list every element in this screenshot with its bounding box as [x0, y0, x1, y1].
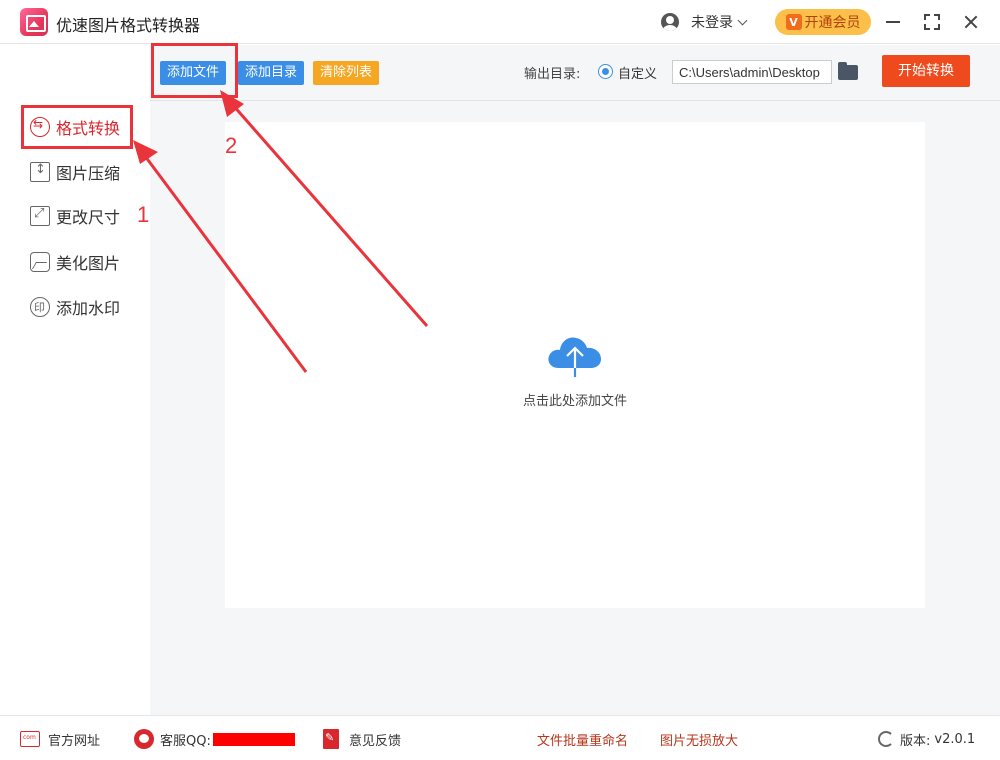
sidebar-item-compress[interactable]: 图片压缩 [30, 160, 120, 184]
drop-zone-text: 点击此处添加文件 [522, 394, 627, 409]
sidebar-item-label: 更改尺寸 [56, 208, 121, 227]
resize-icon [30, 206, 50, 226]
feedback-link[interactable]: 意见反馈 [323, 729, 402, 749]
website-icon [20, 731, 40, 747]
app-logo-icon [20, 8, 48, 36]
maximize-button[interactable] [919, 9, 945, 35]
qq-label: 客服QQ: [160, 733, 211, 749]
chevron-down-icon [737, 15, 748, 25]
qq-number-redacted [212, 732, 295, 746]
sidebar-item-resize[interactable]: 更改尺寸 [30, 204, 120, 228]
feedback-icon [323, 729, 339, 749]
watermark-icon [30, 297, 50, 317]
beautify-icon [30, 252, 50, 272]
official-website-link[interactable]: 官方网址 [20, 730, 101, 749]
title-bar: 优速图片格式转换器 未登录 V 开通会员 [0, 0, 1000, 44]
custom-dir-radio[interactable] [598, 64, 613, 79]
vip-icon: V [785, 14, 802, 30]
customer-service-qq[interactable]: 客服QQ: [134, 729, 295, 749]
main-panel: 添加文件 添加目录 清除列表 输出目录: 自定义 开始转换 点击此处添加文件 [150, 45, 1000, 715]
version-info[interactable]: 版本: v2.0.1 [878, 730, 976, 749]
qq-icon [134, 729, 154, 749]
output-path-input[interactable] [672, 60, 832, 84]
folder-icon[interactable] [838, 62, 858, 80]
user-login-label: 未登录 [691, 15, 733, 31]
clear-list-button[interactable]: 清除列表 [313, 61, 380, 85]
vip-button[interactable]: V 开通会员 [775, 9, 871, 35]
start-convert-button[interactable]: 开始转换 [882, 55, 970, 87]
user-login-menu[interactable]: 未登录 [661, 11, 748, 33]
sidebar-item-beautify[interactable]: 美化图片 [30, 250, 120, 274]
close-button[interactable] [958, 9, 984, 35]
minimize-button[interactable] [880, 9, 906, 35]
status-bar: 官方网址 客服QQ: 意见反馈 文件批量重命名 图片无损放大 版本: v2.0.… [0, 715, 1000, 760]
output-dir-label: 输出目录: [524, 67, 581, 82]
version-number: v2.0.1 [934, 731, 976, 747]
vip-button-label: 开通会员 [804, 15, 861, 31]
file-drop-zone[interactable]: 点击此处添加文件 [225, 122, 925, 608]
custom-dir-radio-label[interactable]: 自定义 [618, 63, 657, 82]
cloud-upload-icon [548, 337, 601, 377]
version-label: 版本: [900, 733, 931, 749]
add-directory-button[interactable]: 添加目录 [238, 61, 305, 85]
sidebar-item-label: 图片压缩 [56, 164, 121, 183]
sidebar-item-label: 美化图片 [56, 254, 121, 273]
lossless-zoom-link[interactable]: 图片无损放大 [660, 730, 738, 749]
app-title: 优速图片格式转换器 [56, 16, 201, 35]
sidebar-item-label: 格式转换 [56, 119, 121, 138]
add-file-button[interactable]: 添加文件 [160, 61, 227, 85]
sidebar: 格式转换 图片压缩 更改尺寸 美化图片 添加水印 [0, 45, 150, 715]
official-website-label: 官方网址 [48, 733, 101, 749]
sidebar-item-watermark[interactable]: 添加水印 [30, 295, 120, 319]
user-avatar-icon [661, 13, 679, 31]
toolbar: 添加文件 添加目录 清除列表 输出目录: 自定义 开始转换 [150, 45, 1000, 101]
refresh-icon [878, 731, 894, 747]
sidebar-item-format-convert[interactable]: 格式转换 [30, 115, 120, 139]
compress-icon [30, 162, 50, 182]
format-convert-icon [30, 117, 50, 137]
feedback-label: 意见反馈 [349, 733, 402, 749]
sidebar-item-label: 添加水印 [56, 299, 121, 318]
batch-rename-link[interactable]: 文件批量重命名 [537, 730, 628, 749]
